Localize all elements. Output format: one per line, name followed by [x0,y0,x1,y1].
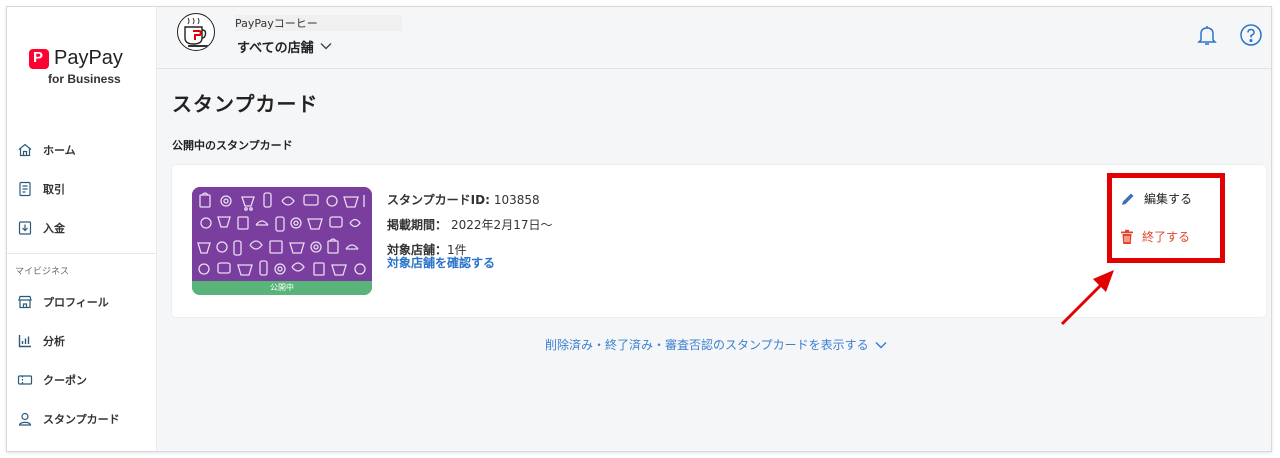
period-value: 2022年2月17日〜 [451,218,553,232]
end-button[interactable]: 終了する [1120,228,1190,245]
sidebar-item-coupon[interactable]: クーポン [7,360,157,399]
sidebar-item-label: 取引 [43,182,65,196]
stamp-card-info: スタンプカードID: 103858 掲載期間： 2022年2月17日〜 対象店舗… [387,187,552,271]
store-name: PayPayコーヒー [235,15,402,31]
status-badge: 公開中 [192,281,372,295]
help-icon[interactable] [1239,23,1263,47]
sidebar-item-profile[interactable]: プロフィール [7,282,157,321]
section-title: 公開中のスタンプカード [172,139,293,152]
actions-highlight-box: 編集する 終了する [1107,173,1225,263]
chevron-down-icon [875,341,887,349]
receipt-icon [17,181,33,197]
edit-label: 編集する [1144,192,1193,206]
sidebar-section-label: マイビジネス [15,266,70,277]
sidebar-nav: ホーム 取引 入金 マイビジネス プロフィール 分析 クーポン スタンプカード [7,130,157,438]
sidebar-item-label: スタンプカード [43,412,120,426]
home-icon [17,142,33,158]
chevron-down-icon [320,39,332,54]
sidebar-item-analytics[interactable]: 分析 [7,321,157,360]
store-logo [177,13,215,51]
bell-icon[interactable] [1195,23,1219,47]
paypay-mark-icon [29,48,49,69]
chart-icon [17,333,33,349]
period-row: 掲載期間： 2022年2月17日〜 [387,212,552,237]
paypay-logo[interactable]: PayPay for Business [29,47,139,86]
end-label: 終了する [1142,230,1191,244]
user-card-icon [17,411,33,427]
card-id-value: 103858 [493,192,540,207]
stamp-card-item: 公開中 スタンプカードID: 103858 掲載期間： 2022年2月17日〜 … [172,165,1266,317]
card-id-label: スタンプカードID: [387,193,490,207]
card-id-row: スタンプカードID: 103858 [387,187,552,212]
logo-text: PayPay [54,47,123,69]
show-archived-label: 削除済み・終了済み・審査否認のスタンプカードを表示する [545,338,869,352]
sidebar-item-label: 入金 [43,221,65,235]
store-icon [17,294,33,310]
edit-button[interactable]: 編集する [1120,190,1192,207]
sidebar-item-label: 分析 [43,334,65,348]
sidebar-item-home[interactable]: ホーム [7,130,157,169]
stamp-card-thumbnail[interactable]: 公開中 [192,187,372,295]
sidebar: PayPay for Business ホーム 取引 入金 [7,7,157,451]
period-label: 掲載期間： [387,218,448,232]
logo-subtitle: for Business [48,72,121,86]
trash-icon [1121,229,1133,244]
pattern-image [192,187,372,279]
deposit-icon [17,220,33,236]
show-archived-toggle[interactable]: 削除済み・終了済み・審査否認のスタンプカードを表示する [545,336,887,353]
sidebar-item-label: ホーム [43,143,76,157]
coupon-icon [17,372,33,388]
pencil-icon [1122,193,1134,205]
sidebar-item-stamp-card[interactable]: スタンプカード [7,399,157,438]
sidebar-item-deposit[interactable]: 入金 [7,208,157,247]
sidebar-item-label: プロフィール [43,295,109,309]
sidebar-divider [7,253,157,254]
sidebar-item-label: クーポン [43,373,87,387]
store-selector[interactable]: すべての店舗 [237,37,332,56]
store-selector-label: すべての店舗 [237,41,314,56]
view-stores-link[interactable]: 対象店舗を確認する [387,254,552,271]
sidebar-item-transactions[interactable]: 取引 [7,169,157,208]
top-header: PayPayコーヒー すべての店舗 [157,7,1271,69]
page-title: スタンプカード [172,92,319,116]
